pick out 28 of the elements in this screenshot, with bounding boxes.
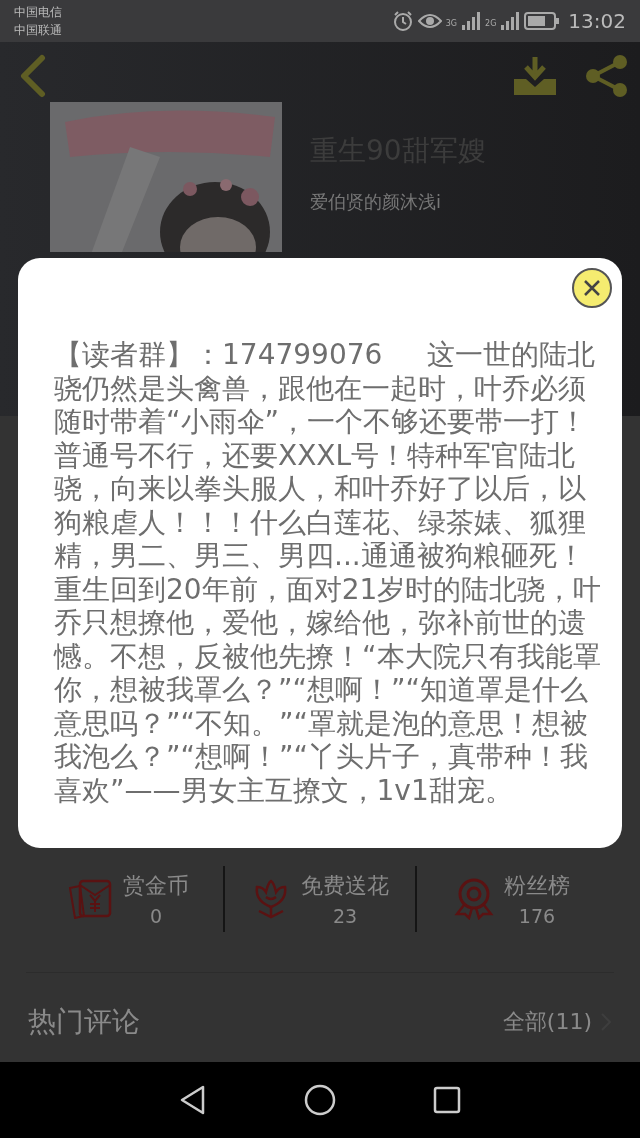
recents-nav-icon[interactable] xyxy=(433,1086,462,1114)
share-icon[interactable] xyxy=(584,54,628,98)
network-type: 3G xyxy=(445,19,458,28)
close-icon xyxy=(583,279,601,297)
stat-count: 0 xyxy=(149,905,163,927)
carrier-name: 中国电信 xyxy=(14,4,62,21)
stat-count: 23 xyxy=(332,905,358,927)
clock-time: 13:02 xyxy=(568,9,626,33)
stat-label: 免费送花 xyxy=(301,872,389,900)
back-nav-icon[interactable] xyxy=(178,1084,207,1116)
alarm-icon xyxy=(391,10,414,32)
network-type: 2G xyxy=(485,19,497,28)
section-title: 热门评论 xyxy=(28,1004,140,1040)
stat-count: 176 xyxy=(518,905,556,927)
close-button[interactable] xyxy=(572,268,612,308)
stat-label: 粉丝榜 xyxy=(504,872,570,900)
back-icon[interactable] xyxy=(18,54,48,98)
author-name: 爱伯贤的颜沐浅i xyxy=(310,190,442,214)
signal-icon xyxy=(500,11,521,31)
home-nav-icon[interactable] xyxy=(304,1084,336,1116)
view-all-link[interactable]: 全部(11) xyxy=(502,1007,612,1037)
stat-label: 赏金币 xyxy=(123,872,189,900)
book-description: 【读者群】：174799076 这一世的陆北骁仍然是头禽兽，跟他在一起时，叶乔必须随时带着“小雨伞”，一个不够还要带一打！普通号不行，还要XXXL号！特种军官陆北骁，向来以拳头服人，和叶乔好了以后，以狗粮虐人！！！什么白莲花、绿茶婊、狐狸精，男二、男三、男四...通通被狗粮砸死！重生回到20年前，面对21岁时的陆北骁，叶乔只想撩他，爱他，嫁给他，弥补前世的遗憾。不想，反被他先撩！“本大院只有我能罩你，想被我罩么？”“想啊！”“知道罩是什么意思吗？”“不知。”“罩就是泡的意思！想被我泡么？”“想啊！”“丫头片子，真带种！我喜欢”——男女主互撩文，1v1甜宠。 xyxy=(54,338,603,807)
eye-icon xyxy=(417,12,442,30)
carrier-name: 中国联通 xyxy=(14,22,62,39)
battery-icon xyxy=(524,12,561,30)
download-icon[interactable] xyxy=(512,55,558,97)
signal-icon xyxy=(461,11,482,31)
